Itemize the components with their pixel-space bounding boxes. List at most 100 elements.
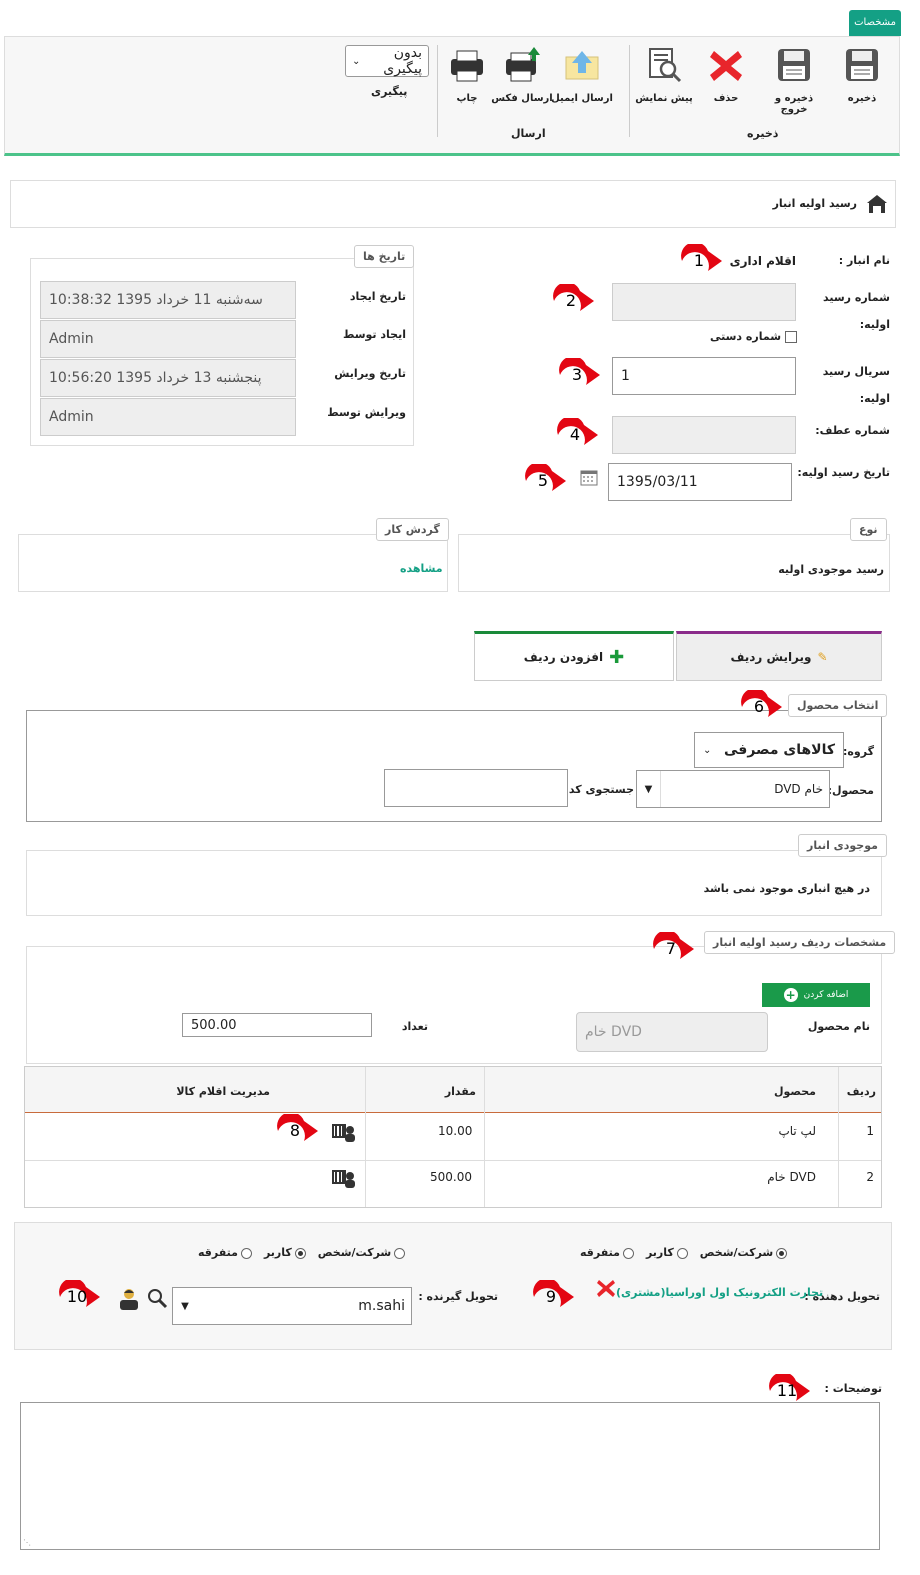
print-button[interactable]: چاپ (437, 45, 497, 104)
tab-edit-row[interactable]: ✎ ویرایش ردیف (676, 631, 882, 681)
created-date-value: سه‌شنبه 11 خرداد 1395 10:38:32 (49, 292, 263, 308)
workflow-panel (18, 534, 448, 592)
col-header-qty: مقدار (444, 1085, 476, 1098)
tab-edit-row-label: ویرایش ردیف (730, 650, 812, 664)
add-item-button[interactable]: اضافه کردن + (762, 983, 870, 1007)
chevron-down-icon: ⌄ (703, 744, 712, 756)
column-divider (365, 1067, 366, 1207)
page-header: رسید اولیه انبار (10, 180, 896, 228)
marker-number: 1 (693, 251, 705, 270)
row-details-legend: مشخصات ردیف رسید اولیه انبار (704, 931, 896, 954)
radio-label: متفرقه (580, 1246, 620, 1259)
product-combobox[interactable]: ▼ DVD خام (636, 770, 830, 808)
receiver-radio-misc[interactable]: متفرقه (198, 1246, 252, 1259)
deliverer-type-radios: شرکت/شخص کاربر متفرقه (580, 1246, 788, 1259)
marker-number: 4 (569, 425, 581, 444)
email-upload-icon (562, 45, 602, 85)
edited-date-field: پنجشنبه 13 خرداد 1395 10:56:20 (40, 359, 296, 397)
marker-number: 10 (66, 1287, 88, 1306)
followup-select[interactable]: بدون پیگیری ⌄ (345, 45, 429, 77)
barcode-person-icon[interactable] (332, 1168, 356, 1188)
product-name-label: نام محصول (807, 1020, 870, 1033)
group-label: گروه: (843, 745, 874, 758)
send-fax-button[interactable]: ارسال فکس (491, 45, 553, 104)
date-label: تاریخ رسید اولیه: (797, 466, 890, 479)
user-icon[interactable] (118, 1287, 140, 1311)
receipt-no-input[interactable] (612, 283, 796, 321)
date-value: 1395/03/11 (617, 474, 698, 490)
notes-textarea[interactable]: ⋰ (20, 1402, 880, 1550)
group-value: کالاهای مصرفی (724, 742, 835, 758)
receiver-combobox[interactable]: ▼ m.sahi (172, 1287, 412, 1325)
edited-date-value: پنجشنبه 13 خرداد 1395 10:56:20 (49, 370, 262, 386)
edited-by-label: ویرایش توسط (327, 406, 406, 419)
type-value: رسید موجودی اولیه (778, 563, 884, 576)
annotation-marker: 11 (766, 1372, 812, 1408)
created-by-value: Admin (49, 331, 94, 347)
serial-value: 1 (621, 368, 630, 384)
col-header-product: محصول (773, 1085, 816, 1098)
plus-icon: ✚ (609, 646, 625, 668)
preview-button[interactable]: پیش نمایش (633, 45, 695, 104)
col-header-manage: مدیریت اقلام کالا (176, 1085, 270, 1098)
calendar-icon[interactable] (580, 470, 598, 486)
group-select[interactable]: کالاهای مصرفی ⌄ (694, 732, 844, 768)
warehouse-value: اقلام اداری (729, 254, 796, 268)
ref-no-label: شماره عطف: (815, 424, 890, 437)
product-label: محصول: (827, 784, 874, 797)
marker-number: 8 (289, 1121, 301, 1140)
delete-button[interactable]: حذف (695, 45, 757, 104)
table-row-index: 1 (866, 1124, 874, 1138)
edited-by-field: Admin (40, 398, 296, 436)
deliverer-radio-misc[interactable]: متفرقه (580, 1246, 634, 1259)
save-exit-button[interactable]: ذخیره و خروج (761, 45, 827, 115)
search-code-input[interactable] (384, 769, 568, 807)
receiver-label: تحویل گیرنده : (418, 1290, 498, 1303)
search-icon[interactable] (146, 1287, 168, 1309)
column-divider (838, 1067, 839, 1207)
ribbon-group-save: ذخیره (747, 127, 779, 140)
radio-icon (294, 1247, 306, 1259)
red-x-icon (706, 45, 746, 85)
table-row-qty: 10.00 (438, 1124, 473, 1138)
annotation-marker: 3 (556, 356, 602, 392)
deliverer-link[interactable]: تجارت الکترونیک اول اوراسیا(مشتری) (616, 1286, 823, 1299)
annotation-marker: 6 (738, 688, 784, 724)
search-code-label: جستجوی کد: (564, 783, 635, 796)
workflow-legend: گردش کار (376, 518, 449, 541)
radio-icon (676, 1247, 688, 1259)
followup-value: بدون پیگیری (383, 45, 422, 77)
deliverer-radio-user[interactable]: کاربر (646, 1246, 688, 1259)
deliverer-radio-company[interactable]: شرکت/شخص (700, 1246, 788, 1259)
table-row-product: DVD خام (767, 1170, 816, 1184)
date-input[interactable]: 1395/03/11 (608, 463, 792, 501)
serial-input[interactable]: 1 (612, 357, 796, 395)
marker-number: 3 (571, 365, 583, 384)
receiver-radio-user[interactable]: کاربر (264, 1246, 306, 1259)
annotation-marker: 2 (550, 282, 596, 318)
receiver-radio-company[interactable]: شرکت/شخص (318, 1246, 406, 1259)
ref-no-input[interactable] (612, 416, 796, 454)
serial-label: سریال رسید (822, 365, 890, 378)
save-button[interactable]: ذخیره (831, 45, 893, 104)
remove-x-icon[interactable] (596, 1278, 616, 1298)
preview-label: پیش نمایش (635, 93, 693, 104)
send-email-button[interactable]: ارسال ایمیل (551, 45, 613, 104)
ribbon-tab-details[interactable]: مشخصات (849, 10, 901, 36)
radio-icon (394, 1247, 406, 1259)
checkbox-icon (785, 330, 798, 343)
tab-add-row[interactable]: ✚ افزودن ردیف (474, 631, 674, 681)
barcode-person-icon[interactable] (332, 1122, 356, 1142)
resize-handle-icon[interactable]: ⋰ (23, 1538, 31, 1547)
preview-magnifier-icon (644, 45, 684, 85)
product-value: DVD خام (774, 782, 823, 796)
table-row-index: 2 (866, 1170, 874, 1184)
radio-icon (776, 1247, 788, 1259)
serial-label-2: اولیه: (859, 392, 890, 405)
print-label: چاپ (456, 93, 478, 104)
annotation-marker: 1 (678, 242, 724, 278)
qty-input[interactable]: 500.00 (182, 1013, 372, 1037)
qty-value: 500.00 (191, 1017, 237, 1033)
manual-number-checkbox[interactable]: شماره دستی (710, 330, 798, 343)
workflow-view-link[interactable]: مشاهده (400, 562, 443, 575)
